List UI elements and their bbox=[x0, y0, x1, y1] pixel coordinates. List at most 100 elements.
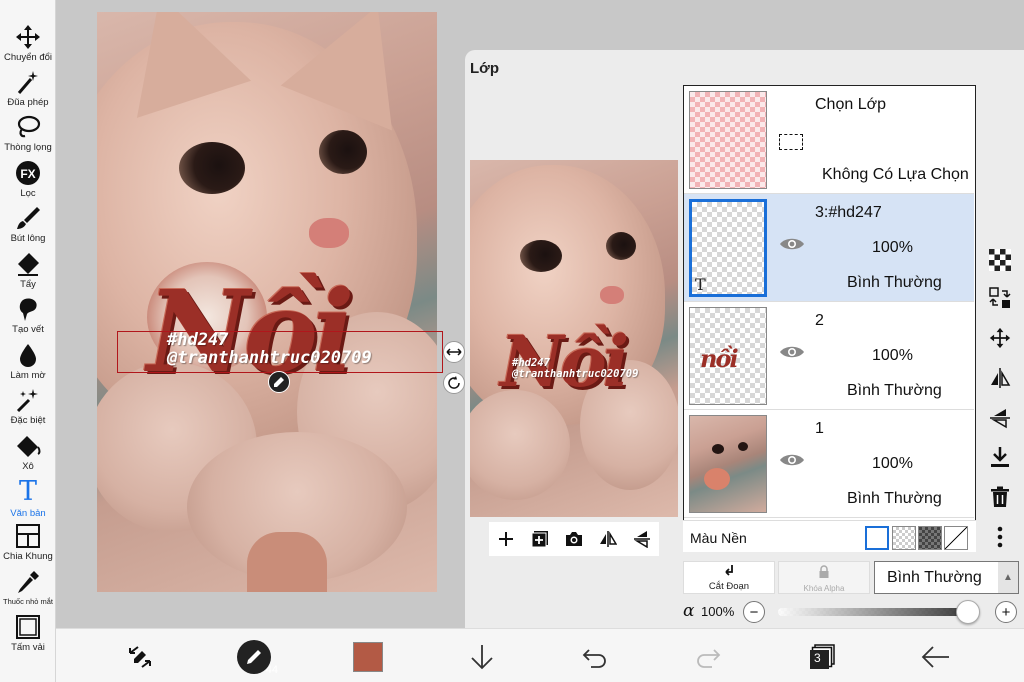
visibility-eye-icon[interactable] bbox=[779, 236, 805, 252]
tool-special[interactable]: Đặc biệt bbox=[0, 387, 56, 431]
cat-eye bbox=[712, 444, 724, 454]
add-layer-button[interactable] bbox=[496, 529, 516, 549]
tool-bucket[interactable]: Xô bbox=[0, 433, 56, 477]
tool-label: Tấm vải bbox=[11, 642, 45, 653]
flip-horizontal-button[interactable] bbox=[988, 366, 1012, 390]
alpha-lock-button[interactable]: Khóa Alpha bbox=[778, 561, 870, 594]
layer-actions-bar bbox=[489, 522, 659, 556]
layer-name: 2 bbox=[815, 312, 824, 329]
tool-text[interactable]: T Văn bản bbox=[0, 478, 56, 522]
tool-label: Tẩy bbox=[20, 279, 36, 290]
sparkle-icon bbox=[16, 389, 38, 413]
rotate-handle[interactable] bbox=[443, 372, 465, 394]
undo-button[interactable] bbox=[579, 641, 611, 673]
tool-label: Làm mờ bbox=[10, 370, 46, 381]
tool-lasso[interactable]: Thòng lọng bbox=[0, 114, 56, 158]
text-layer-icon: T bbox=[695, 275, 706, 294]
visibility-eye-icon[interactable] bbox=[779, 452, 805, 468]
selection-layer-row[interactable]: Chọn Lớp Không Có Lựa Chọn bbox=[684, 86, 974, 194]
flip-vertical-button[interactable] bbox=[988, 406, 1012, 430]
horizontal-arrows-icon bbox=[446, 348, 462, 356]
layer-count: 3 bbox=[814, 651, 821, 665]
resize-handle[interactable] bbox=[443, 341, 465, 363]
lock-icon bbox=[779, 565, 869, 584]
text-icon: T bbox=[18, 476, 37, 507]
tool-label: Chuyển đổi bbox=[3, 52, 53, 63]
layer-name: 3:#hd247 bbox=[815, 204, 882, 221]
cat-treat bbox=[704, 468, 730, 490]
layer-row[interactable]: 1 100% Bình Thường bbox=[684, 410, 974, 518]
cat-eye bbox=[606, 232, 636, 260]
tool-label: Đũa phép bbox=[7, 97, 49, 108]
flip-vertical-icon bbox=[990, 409, 1010, 429]
layers-button[interactable]: 3 bbox=[806, 641, 838, 673]
layer-thumbnail: T bbox=[689, 199, 767, 297]
rotate-layer-button[interactable] bbox=[632, 529, 652, 549]
opacity-increase-button[interactable]: + bbox=[995, 601, 1017, 623]
move-arrows-icon bbox=[16, 25, 40, 49]
bg-white-swatch[interactable] bbox=[865, 526, 889, 550]
tool-smudge[interactable]: Tạo vết bbox=[0, 296, 56, 340]
import-down-button[interactable] bbox=[466, 641, 498, 673]
blend-mode-select[interactable]: Bình Thường ▲ bbox=[874, 561, 1019, 594]
tool-transform[interactable]: Chuyển đổi bbox=[0, 24, 56, 68]
cat-eye bbox=[520, 240, 562, 272]
brush-size-value: 44 bbox=[265, 664, 278, 676]
tool-filter[interactable]: FX Lọc bbox=[0, 160, 56, 204]
tool-eraser[interactable]: Tẩy bbox=[0, 251, 56, 295]
redo-icon bbox=[697, 649, 721, 668]
hand bbox=[247, 532, 327, 592]
bg-dark-checker-swatch[interactable] bbox=[918, 526, 942, 550]
tool-blur[interactable]: Làm mờ bbox=[0, 342, 56, 386]
move-arrows-icon bbox=[989, 327, 1011, 349]
layer-row[interactable]: T 3:#hd247 100% Bình Thường bbox=[684, 194, 974, 302]
add-layer-copy-button[interactable] bbox=[530, 529, 550, 549]
clipping-button[interactable]: Cắt Đoạn bbox=[683, 561, 775, 594]
layer-row[interactable]: nồi 2 100% Bình Thường bbox=[684, 302, 974, 410]
frame-divider-icon bbox=[16, 524, 40, 548]
swap-layer-button[interactable] bbox=[988, 286, 1012, 310]
more-options-button[interactable] bbox=[988, 525, 1012, 549]
transparent-bg-button[interactable] bbox=[988, 248, 1012, 272]
opacity-slider-knob[interactable] bbox=[956, 600, 980, 624]
eyedropper-icon bbox=[18, 571, 39, 593]
clipping-label: Cắt Đoạn bbox=[708, 581, 750, 592]
tool-brush[interactable]: Bút lông bbox=[0, 205, 56, 249]
quick-transform-button[interactable] bbox=[124, 641, 156, 673]
delete-layer-button[interactable] bbox=[988, 485, 1012, 509]
brush-size-button[interactable]: 44 bbox=[236, 639, 278, 676]
flip-layer-button[interactable] bbox=[598, 529, 618, 549]
edit-text-handle[interactable] bbox=[268, 371, 290, 393]
flip-vertical-icon bbox=[634, 531, 650, 548]
layers-list: Chọn Lớp Không Có Lựa Chọn T 3:#hd247 10… bbox=[683, 85, 976, 552]
bg-checker-swatch[interactable] bbox=[892, 526, 916, 550]
opacity-slider[interactable] bbox=[778, 608, 968, 616]
move-layer-button[interactable] bbox=[988, 326, 1012, 350]
tool-eyedropper[interactable]: Thuốc nhỏ mắt bbox=[0, 569, 56, 613]
visibility-eye-icon[interactable] bbox=[779, 344, 805, 360]
tool-frame-divider[interactable]: Chia Khung bbox=[0, 523, 56, 567]
color-swatch-button[interactable] bbox=[352, 641, 384, 673]
bucket-icon bbox=[17, 436, 41, 457]
layer-blend-mode: Bình Thường bbox=[847, 274, 942, 291]
undo-icon bbox=[582, 649, 606, 668]
rotate-icon bbox=[448, 376, 460, 389]
layer-tools-strip bbox=[983, 238, 1017, 568]
back-button[interactable] bbox=[920, 641, 952, 673]
redo-button[interactable] bbox=[692, 641, 724, 673]
drawing-canvas[interactable]: Nồi #hd247 @tranthanhtruc020709 bbox=[97, 12, 437, 592]
text-selection-box[interactable] bbox=[117, 331, 443, 373]
layer-opacity: 100% bbox=[872, 347, 913, 364]
alpha-lock-label: Khóa Alpha bbox=[803, 584, 845, 593]
tool-canvas[interactable]: Tấm vải bbox=[0, 614, 56, 658]
opacity-decrease-button[interactable]: − bbox=[743, 601, 765, 623]
merge-down-button[interactable] bbox=[988, 445, 1012, 469]
brush-icon bbox=[17, 207, 40, 229]
flip-horizontal-icon bbox=[600, 531, 617, 547]
camera-import-button[interactable] bbox=[564, 529, 584, 549]
arrow-down-icon bbox=[471, 645, 493, 670]
tool-magic-wand[interactable]: Đũa phép bbox=[0, 69, 56, 113]
tool-label: Chia Khung bbox=[3, 551, 53, 562]
bg-none-swatch[interactable] bbox=[944, 526, 968, 550]
layer-thumbnail: nồi bbox=[689, 307, 767, 405]
